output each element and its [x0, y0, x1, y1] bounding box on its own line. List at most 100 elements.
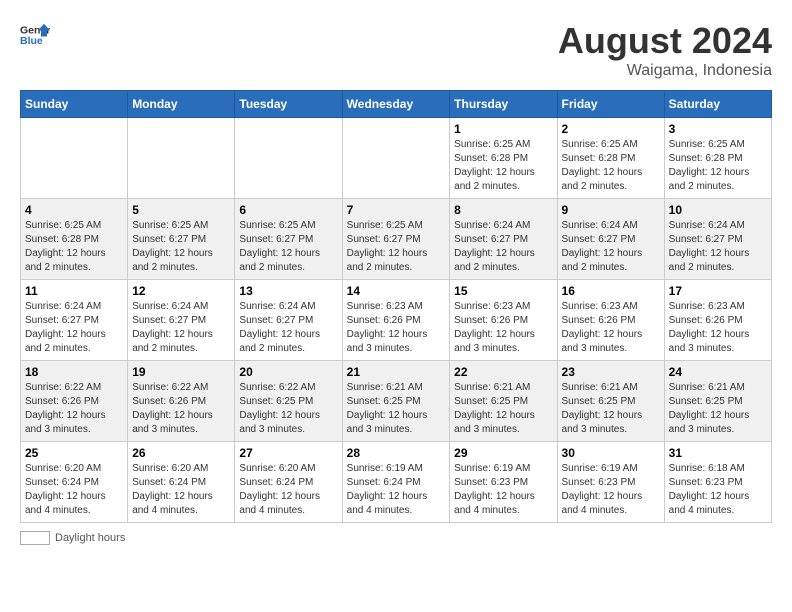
day-info: Sunrise: 6:21 AMSunset: 6:25 PMDaylight:…	[347, 381, 446, 437]
calendar-cell: 7 Sunrise: 6:25 AMSunset: 6:27 PMDaylight…	[342, 199, 450, 280]
day-number: 24	[669, 365, 767, 379]
day-info: Sunrise: 6:25 AMSunset: 6:27 PMDaylight:…	[132, 219, 230, 275]
day-info: Sunrise: 6:23 AMSunset: 6:26 PMDaylight:…	[669, 300, 767, 356]
day-number: 7	[347, 203, 446, 217]
calendar-cell: 20 Sunrise: 6:22 AMSunset: 6:25 PMDayligh…	[235, 361, 342, 442]
calendar-table: SundayMondayTuesdayWednesdayThursdayFrid…	[20, 90, 772, 523]
calendar-footer: Daylight hours	[20, 531, 772, 545]
calendar-cell: 2 Sunrise: 6:25 AMSunset: 6:28 PMDaylight…	[557, 118, 664, 199]
day-number: 18	[25, 365, 123, 379]
day-info: Sunrise: 6:25 AMSunset: 6:28 PMDaylight:…	[454, 138, 552, 194]
day-info: Sunrise: 6:25 AMSunset: 6:28 PMDaylight:…	[669, 138, 767, 194]
calendar-cell: 16 Sunrise: 6:23 AMSunset: 6:26 PMDayligh…	[557, 280, 664, 361]
day-info: Sunrise: 6:25 AMSunset: 6:28 PMDaylight:…	[562, 138, 660, 194]
day-info: Sunrise: 6:25 AMSunset: 6:27 PMDaylight:…	[347, 219, 446, 275]
day-number: 30	[562, 446, 660, 460]
logo-icon: General Blue	[20, 20, 50, 50]
title-block: August 2024 Waigama, Indonesia	[558, 20, 772, 80]
calendar-cell: 26Sunrise: 6:20 AMSunset: 6:24 PMDayligh…	[128, 442, 235, 523]
day-info: Sunrise: 6:24 AMSunset: 6:27 PMDaylight:…	[669, 219, 767, 275]
calendar-cell: 13Sunrise: 6:24 AMSunset: 6:27 PMDayligh…	[235, 280, 342, 361]
calendar-cell: 23Sunrise: 6:21 AMSunset: 6:25 PMDayligh…	[557, 361, 664, 442]
calendar-cell: 21 Sunrise: 6:21 AMSunset: 6:25 PMDayligh…	[342, 361, 450, 442]
calendar-cell: 28 Sunrise: 6:19 AMSunset: 6:24 PMDayligh…	[342, 442, 450, 523]
day-number: 3	[669, 122, 767, 136]
calendar-cell: 11 Sunrise: 6:24 AMSunset: 6:27 PMDayligh…	[21, 280, 128, 361]
page-header: General Blue August 2024 Waigama, Indone…	[20, 20, 772, 80]
daylight-legend: Daylight hours	[20, 531, 125, 545]
day-info: Sunrise: 6:22 AMSunset: 6:26 PMDaylight:…	[132, 381, 230, 437]
day-info: Sunrise: 6:21 AMSunset: 6:25 PMDaylight:…	[562, 381, 660, 437]
header-day-thursday: Thursday	[450, 91, 557, 118]
header-day-monday: Monday	[128, 91, 235, 118]
calendar-cell: 31Sunrise: 6:18 AMSunset: 6:23 PMDayligh…	[664, 442, 771, 523]
day-info: Sunrise: 6:25 AMSunset: 6:27 PMDaylight:…	[239, 219, 337, 275]
calendar-cell: 25Sunrise: 6:20 AMSunset: 6:24 PMDayligh…	[21, 442, 128, 523]
day-number: 20	[239, 365, 337, 379]
calendar-cell: 22Sunrise: 6:21 AMSunset: 6:25 PMDayligh…	[450, 361, 557, 442]
day-info: Sunrise: 6:24 AMSunset: 6:27 PMDaylight:…	[25, 300, 123, 356]
day-info: Sunrise: 6:23 AMSunset: 6:26 PMDaylight:…	[347, 300, 446, 356]
day-info: Sunrise: 6:20 AMSunset: 6:24 PMDaylight:…	[25, 462, 123, 518]
day-info: Sunrise: 6:21 AMSunset: 6:25 PMDaylight:…	[454, 381, 552, 437]
day-info: Sunrise: 6:22 AMSunset: 6:25 PMDaylight:…	[239, 381, 337, 437]
day-number: 21	[347, 365, 446, 379]
day-info: Sunrise: 6:24 AMSunset: 6:27 PMDaylight:…	[132, 300, 230, 356]
daylight-box	[20, 531, 50, 545]
calendar-cell: 3 Sunrise: 6:25 AMSunset: 6:28 PMDaylight…	[664, 118, 771, 199]
calendar-cell: 4 Sunrise: 6:25 AMSunset: 6:28 PMDaylight…	[21, 199, 128, 280]
header-day-sunday: Sunday	[21, 91, 128, 118]
day-info: Sunrise: 6:21 AMSunset: 6:25 PMDaylight:…	[669, 381, 767, 437]
header-day-friday: Friday	[557, 91, 664, 118]
calendar-cell: 29 Sunrise: 6:19 AMSunset: 6:23 PMDayligh…	[450, 442, 557, 523]
calendar-header-row: SundayMondayTuesdayWednesdayThursdayFrid…	[21, 91, 772, 118]
calendar-cell: 10 Sunrise: 6:24 AMSunset: 6:27 PMDayligh…	[664, 199, 771, 280]
calendar-cell	[235, 118, 342, 199]
calendar-week-row: 4 Sunrise: 6:25 AMSunset: 6:28 PMDaylight…	[21, 199, 772, 280]
day-number: 2	[562, 122, 660, 136]
calendar-cell	[21, 118, 128, 199]
calendar-cell	[342, 118, 450, 199]
calendar-cell: 17 Sunrise: 6:23 AMSunset: 6:26 PMDayligh…	[664, 280, 771, 361]
day-number: 29	[454, 446, 552, 460]
day-number: 4	[25, 203, 123, 217]
day-number: 6	[239, 203, 337, 217]
daylight-label: Daylight hours	[55, 532, 125, 544]
day-number: 17	[669, 284, 767, 298]
day-info: Sunrise: 6:25 AMSunset: 6:28 PMDaylight:…	[25, 219, 123, 275]
day-info: Sunrise: 6:24 AMSunset: 6:27 PMDaylight:…	[239, 300, 337, 356]
month-year-title: August 2024	[558, 20, 772, 62]
day-info: Sunrise: 6:20 AMSunset: 6:24 PMDaylight:…	[132, 462, 230, 518]
calendar-cell: 27 Sunrise: 6:20 AMSunset: 6:24 PMDayligh…	[235, 442, 342, 523]
day-number: 27	[239, 446, 337, 460]
day-number: 1	[454, 122, 552, 136]
day-info: Sunrise: 6:19 AMSunset: 6:23 PMDaylight:…	[454, 462, 552, 518]
day-number: 10	[669, 203, 767, 217]
calendar-cell: 6 Sunrise: 6:25 AMSunset: 6:27 PMDaylight…	[235, 199, 342, 280]
day-number: 15	[454, 284, 552, 298]
day-number: 11	[25, 284, 123, 298]
calendar-week-row: 11 Sunrise: 6:24 AMSunset: 6:27 PMDayligh…	[21, 280, 772, 361]
calendar-cell: 18 Sunrise: 6:22 AMSunset: 6:26 PMDayligh…	[21, 361, 128, 442]
calendar-cell: 14Sunrise: 6:23 AMSunset: 6:26 PMDayligh…	[342, 280, 450, 361]
header-day-tuesday: Tuesday	[235, 91, 342, 118]
header-day-wednesday: Wednesday	[342, 91, 450, 118]
svg-text:Blue: Blue	[20, 35, 43, 47]
day-number: 12	[132, 284, 230, 298]
calendar-cell: 24 Sunrise: 6:21 AMSunset: 6:25 PMDayligh…	[664, 361, 771, 442]
calendar-week-row: 1 Sunrise: 6:25 AMSunset: 6:28 PMDaylight…	[21, 118, 772, 199]
day-info: Sunrise: 6:23 AMSunset: 6:26 PMDaylight:…	[454, 300, 552, 356]
day-info: Sunrise: 6:23 AMSunset: 6:26 PMDaylight:…	[562, 300, 660, 356]
day-info: Sunrise: 6:24 AMSunset: 6:27 PMDaylight:…	[454, 219, 552, 275]
day-info: Sunrise: 6:19 AMSunset: 6:24 PMDaylight:…	[347, 462, 446, 518]
day-number: 5	[132, 203, 230, 217]
day-info: Sunrise: 6:20 AMSunset: 6:24 PMDaylight:…	[239, 462, 337, 518]
day-number: 28	[347, 446, 446, 460]
calendar-cell: 5 Sunrise: 6:25 AMSunset: 6:27 PMDaylight…	[128, 199, 235, 280]
day-info: Sunrise: 6:24 AMSunset: 6:27 PMDaylight:…	[562, 219, 660, 275]
calendar-cell: 15 Sunrise: 6:23 AMSunset: 6:26 PMDayligh…	[450, 280, 557, 361]
day-number: 9	[562, 203, 660, 217]
day-info: Sunrise: 6:22 AMSunset: 6:26 PMDaylight:…	[25, 381, 123, 437]
day-number: 16	[562, 284, 660, 298]
day-number: 31	[669, 446, 767, 460]
